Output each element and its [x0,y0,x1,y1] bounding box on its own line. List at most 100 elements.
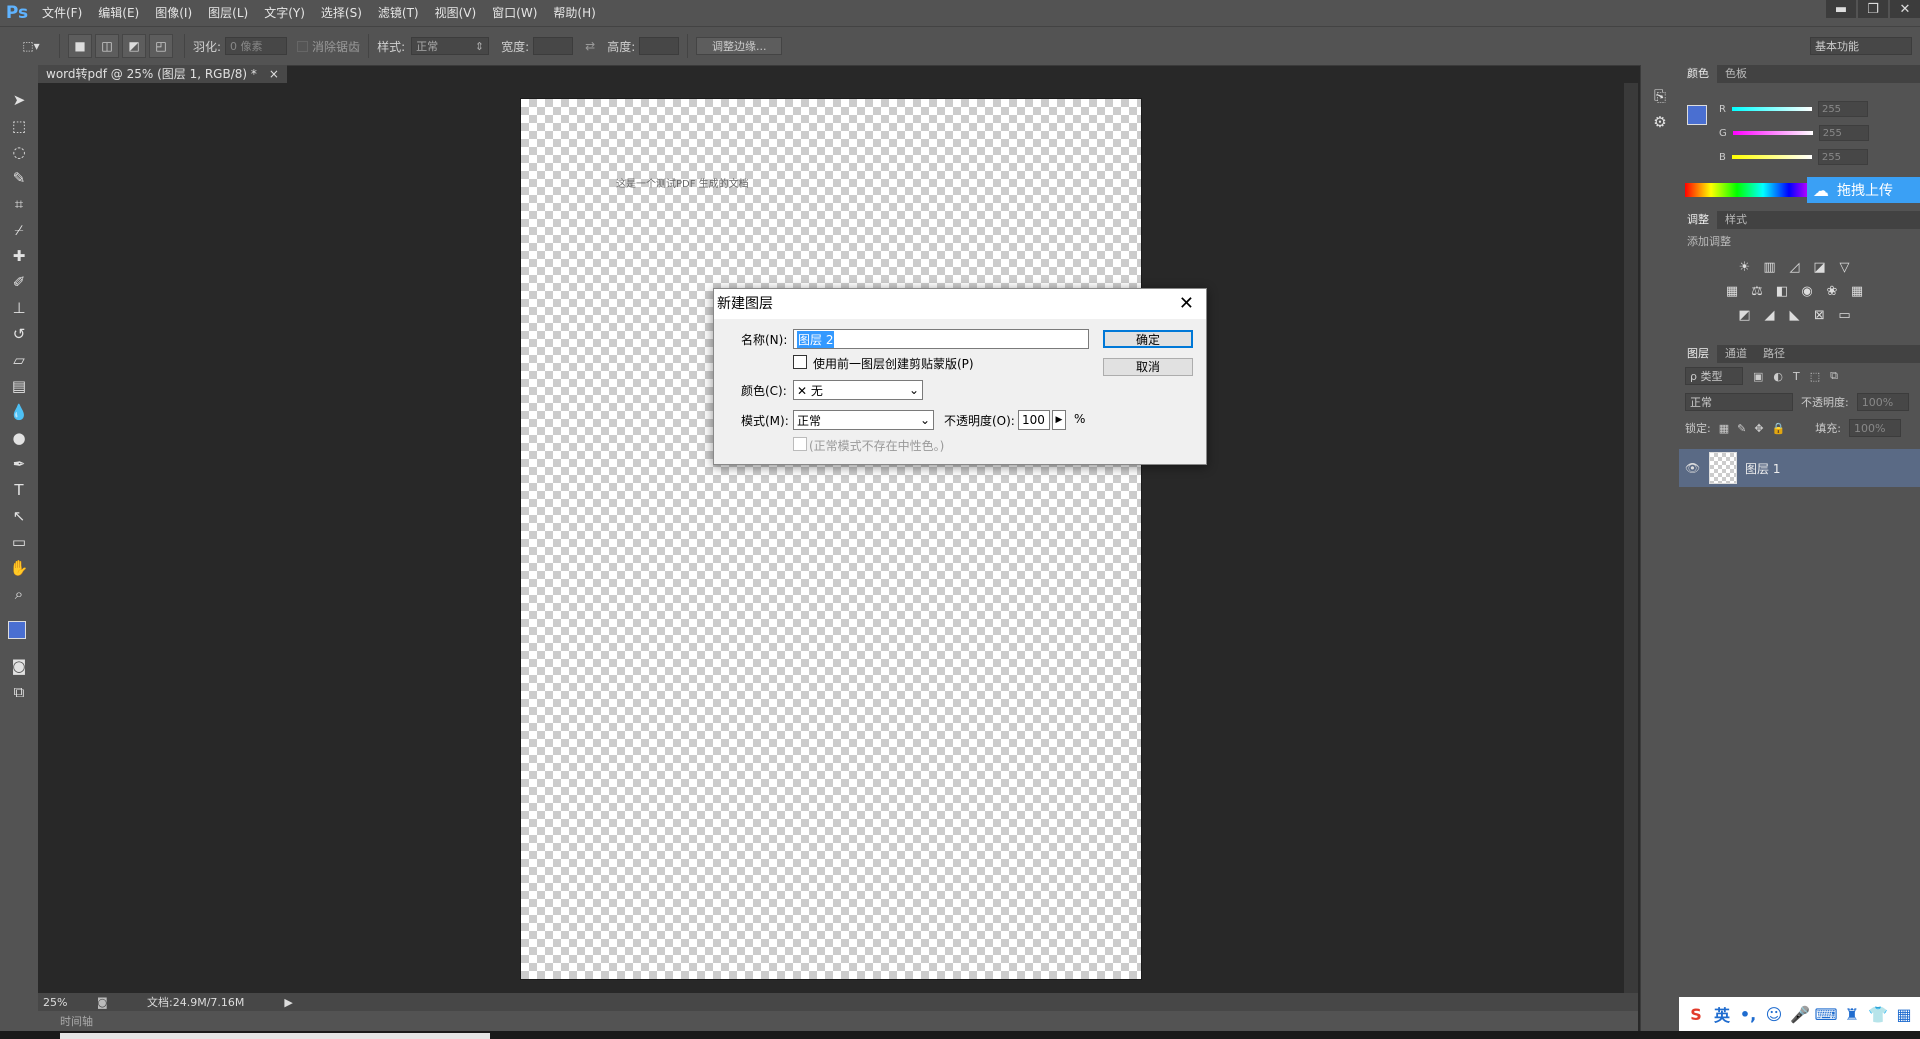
slider-g[interactable]: G 255 [1719,121,1869,145]
black-white-icon[interactable]: ◧ [1774,283,1790,299]
properties-panel-icon[interactable]: ⚙ [1641,109,1679,135]
layer-row[interactable]: 👁 图层 1 [1679,449,1920,487]
eye-icon[interactable]: 👁 [1685,461,1701,475]
status-info-icon[interactable]: ◙ [97,996,117,1009]
shirt-icon[interactable]: 👕 [1865,1005,1891,1024]
slider-g-value[interactable]: 255 [1818,125,1869,141]
brightness-icon[interactable]: ☀ [1737,259,1753,275]
lock-position-icon[interactable]: ✥ [1754,422,1763,435]
eyedropper-tool-icon[interactable]: ⌿ [0,217,38,243]
vibrance-icon[interactable]: ▽ [1837,259,1853,275]
emoji-icon[interactable]: ☺ [1761,1005,1787,1024]
name-field[interactable]: 图层 2 [793,329,1089,349]
menu-filter[interactable]: 滤镜(T) [370,0,427,26]
vertical-scrollbar[interactable] [1624,83,1638,993]
photo-filter-icon[interactable]: ◉ [1799,283,1815,299]
layer-fill-input[interactable]: 100% [1848,419,1901,437]
feather-input[interactable]: 0 像素 [225,37,288,55]
type-tool-icon[interactable]: T [0,477,38,503]
width-input[interactable] [533,37,574,55]
tab-styles[interactable]: 样式 [1717,211,1755,229]
rectangle-tool-icon[interactable]: ▭ [0,529,38,555]
dodge-tool-icon[interactable]: ● [0,425,38,451]
style-select[interactable]: 正常 ⇕ [411,37,490,55]
levels-icon[interactable]: ▥ [1762,259,1778,275]
healing-brush-tool-icon[interactable]: ✚ [0,243,38,269]
dialog-close-icon[interactable]: ✕ [1179,289,1194,319]
menu-file[interactable]: 文件(F) [34,0,90,26]
path-select-tool-icon[interactable]: ↖ [0,503,38,529]
quick-mask-icon[interactable]: ◙ [0,653,38,679]
menu-edit[interactable]: 编辑(E) [90,0,147,26]
gradient-map-icon[interactable]: ▭ [1837,307,1853,323]
antialias-checkbox[interactable] [297,40,309,52]
history-brush-tool-icon[interactable]: ↺ [0,321,38,347]
upload-badge[interactable]: ☁ 拖拽上传 [1807,177,1920,203]
hue-saturation-icon[interactable]: ▦ [1724,283,1740,299]
tab-adjustments[interactable]: 调整 [1679,211,1717,229]
hand-tool-icon[interactable]: ✋ [0,555,38,581]
foreground-color-swatch[interactable] [8,621,26,639]
blend-mode-select[interactable]: 正常 [1685,393,1793,411]
tab-channels[interactable]: 通道 [1717,345,1755,363]
menu-image[interactable]: 图像(I) [147,0,200,26]
marquee-preset-icon[interactable]: ⬚▾ [14,35,48,57]
slider-b-track[interactable] [1731,155,1812,159]
menu-select[interactable]: 选择(S) [313,0,370,26]
document-canvas[interactable]: 这是一个测试PDF 生成的文档 [520,98,1142,980]
lock-transparent-icon[interactable]: ▦ [1719,422,1729,435]
menu-help[interactable]: 帮助(H) [545,0,603,26]
brush-tool-icon[interactable]: ✐ [0,269,38,295]
slider-g-track[interactable] [1732,131,1813,135]
neutral-color-checkbox[interactable] [793,437,807,451]
close-tab-icon[interactable]: × [269,65,279,83]
channel-mixer-icon[interactable]: ❀ [1824,283,1840,299]
color-lookup-icon[interactable]: ▦ [1849,283,1865,299]
quick-select-tool-icon[interactable]: ✎ [0,165,38,191]
mic-icon[interactable]: 🎤 [1787,1005,1813,1024]
subtract-selection-icon[interactable]: ◩ [122,34,146,58]
pen-tool-icon[interactable]: ✒ [0,451,38,477]
ime-lang[interactable]: 英 [1709,1002,1735,1026]
layer-name[interactable]: 图层 1 [1745,460,1780,477]
slider-r-value[interactable]: 255 [1817,101,1868,117]
lock-all-icon[interactable]: 🔒 [1772,422,1786,435]
exposure-icon[interactable]: ◪ [1812,259,1828,275]
layer-opacity-input[interactable]: 100% [1856,393,1909,411]
tab-color[interactable]: 颜色 [1679,65,1717,83]
keyboard-icon[interactable]: ⌨ [1813,1005,1839,1024]
punctuation-icon[interactable]: •, [1735,1005,1761,1024]
filter-adjust-icon[interactable]: ◐ [1773,370,1783,383]
ok-button[interactable]: 确定 [1103,330,1193,348]
tab-paths[interactable]: 路径 [1755,345,1793,363]
swap-dimensions-icon[interactable]: ⇄ [585,39,595,53]
menu-view[interactable]: 视图(V) [427,0,485,26]
height-input[interactable] [639,37,680,55]
clip-mask-checkbox[interactable] [793,355,807,369]
crop-tool-icon[interactable]: ⌗ [0,191,38,217]
sogou-icon[interactable]: S [1683,1005,1709,1024]
filter-type-icon[interactable]: T [1793,370,1800,383]
mode-select[interactable]: 正常 ⌄ [793,410,934,430]
menu-layer[interactable]: 图层(L) [200,0,256,26]
blur-tool-icon[interactable]: 💧 [0,399,38,425]
menu-type[interactable]: 文字(Y) [256,0,313,26]
filter-shape-icon[interactable]: ⬚ [1810,370,1820,383]
restore-button[interactable]: ❐ [1858,0,1888,18]
screen-mode-icon[interactable]: ⧉ [0,679,38,705]
fg-swatch[interactable] [1687,105,1707,125]
refine-edge-button[interactable]: 调整边缘... [696,37,783,55]
color-select[interactable]: ✕ 无 ⌄ [793,380,923,400]
filter-smart-icon[interactable]: ⧉ [1830,369,1838,383]
move-tool-icon[interactable]: ➤ [0,87,38,113]
opacity-input[interactable]: 100 [1018,410,1050,430]
layer-kind-select[interactable]: ρ 类型 [1685,367,1743,385]
eraser-tool-icon[interactable]: ▱ [0,347,38,373]
add-selection-icon[interactable]: ◫ [95,34,119,58]
intersect-selection-icon[interactable]: ◰ [149,34,173,58]
close-button[interactable]: ✕ [1890,0,1920,18]
history-panel-icon[interactable]: ⎘ [1641,83,1679,109]
skin-icon[interactable]: ♜ [1839,1005,1865,1024]
lasso-tool-icon[interactable]: ◌ [0,139,38,165]
timeline-label[interactable]: 时间轴 [60,1013,93,1029]
